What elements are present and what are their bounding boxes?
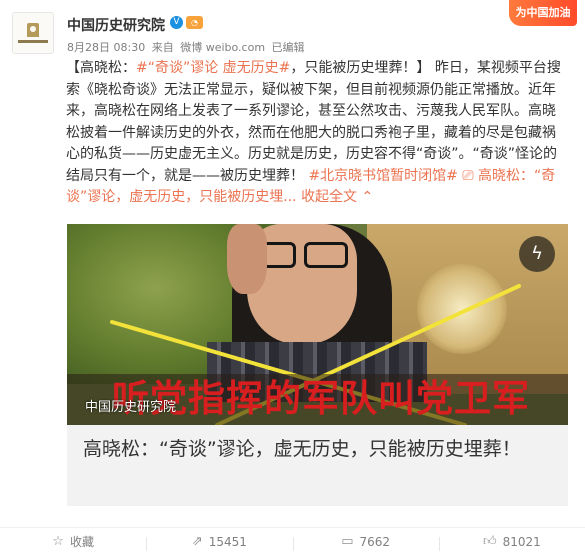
- seal-logo-icon: [27, 23, 39, 37]
- logo-wordmark: [18, 40, 48, 43]
- post-text-part: ，只能被历史埋葬！】 昨日，某视频平台搜索《晓松奇谈》无法正常显示，疑似被下架，…: [66, 60, 561, 184]
- chevron-up-icon: ⌃: [361, 189, 374, 205]
- repost-icon: ⇗: [191, 534, 203, 549]
- campaign-tag[interactable]: 为中国加油: [509, 0, 577, 26]
- video-link-icon: ⎚: [462, 167, 474, 184]
- post-text: 【高晓松：#“奇谈”谬论 虚无历史#，只能被历史埋葬！】 昨日，某视频平台搜索《…: [66, 58, 566, 209]
- account-name[interactable]: 中国历史研究院: [67, 15, 165, 35]
- comment-button[interactable]: ▭ 7662: [292, 534, 439, 551]
- like-button[interactable]: 👍︎ 81021: [438, 534, 585, 551]
- comment-count: 7662: [359, 534, 391, 549]
- repost-button[interactable]: ⇗ 15451: [146, 534, 292, 551]
- favorite-label: 收藏: [69, 535, 94, 549]
- collapse-text-link[interactable]: 收起全文: [301, 189, 357, 205]
- topic-link[interactable]: #北京晓书馆暂时闭馆#: [308, 168, 457, 184]
- star-icon: ☆: [52, 534, 64, 549]
- repost-count: 15451: [208, 534, 247, 549]
- weibo-post: 中国历史研究院 V ◔ 8月28日 08:30 来自 微博 weibo.com …: [0, 0, 585, 554]
- comment-icon: ▭: [341, 534, 354, 549]
- source-prefix: 来自: [151, 41, 174, 54]
- post-meta: 8月28日 08:30 来自 微博 weibo.com 已编辑: [67, 39, 308, 55]
- edited-label[interactable]: 已编辑: [272, 41, 305, 54]
- verified-v-icon: V: [170, 16, 183, 29]
- post-source[interactable]: 微博 weibo.com: [180, 41, 265, 54]
- post-text-part: 【高晓松：: [66, 60, 136, 76]
- favorite-button[interactable]: ☆ 收藏: [0, 533, 146, 550]
- thumbs-up-icon: 👍︎: [482, 534, 497, 549]
- avatar[interactable]: [12, 12, 54, 54]
- video-player[interactable]: 听党指挥的军队叫党卫军 中国历史研究院 ϟ: [67, 224, 568, 425]
- vip-badge-icon[interactable]: ◔: [186, 16, 203, 29]
- video-watermark: 中国历史研究院: [85, 400, 177, 415]
- video-title: 高晓松：“奇谈”谬论，虚无历史，只能被历史埋葬！: [83, 438, 521, 460]
- post-date[interactable]: 8月28日 08:30: [67, 41, 145, 54]
- topic-link[interactable]: #“奇谈”谬论 虚无历史#: [136, 60, 290, 76]
- lightning-icon[interactable]: ϟ: [519, 236, 555, 272]
- action-bar: ☆ 收藏 ⇗ 15451 ▭ 7662 👍︎ 81021: [0, 527, 585, 555]
- like-count: 81021: [502, 534, 541, 549]
- video-card-title[interactable]: 高晓松：“奇谈”谬论，虚无历史，只能被历史埋葬！: [67, 425, 568, 506]
